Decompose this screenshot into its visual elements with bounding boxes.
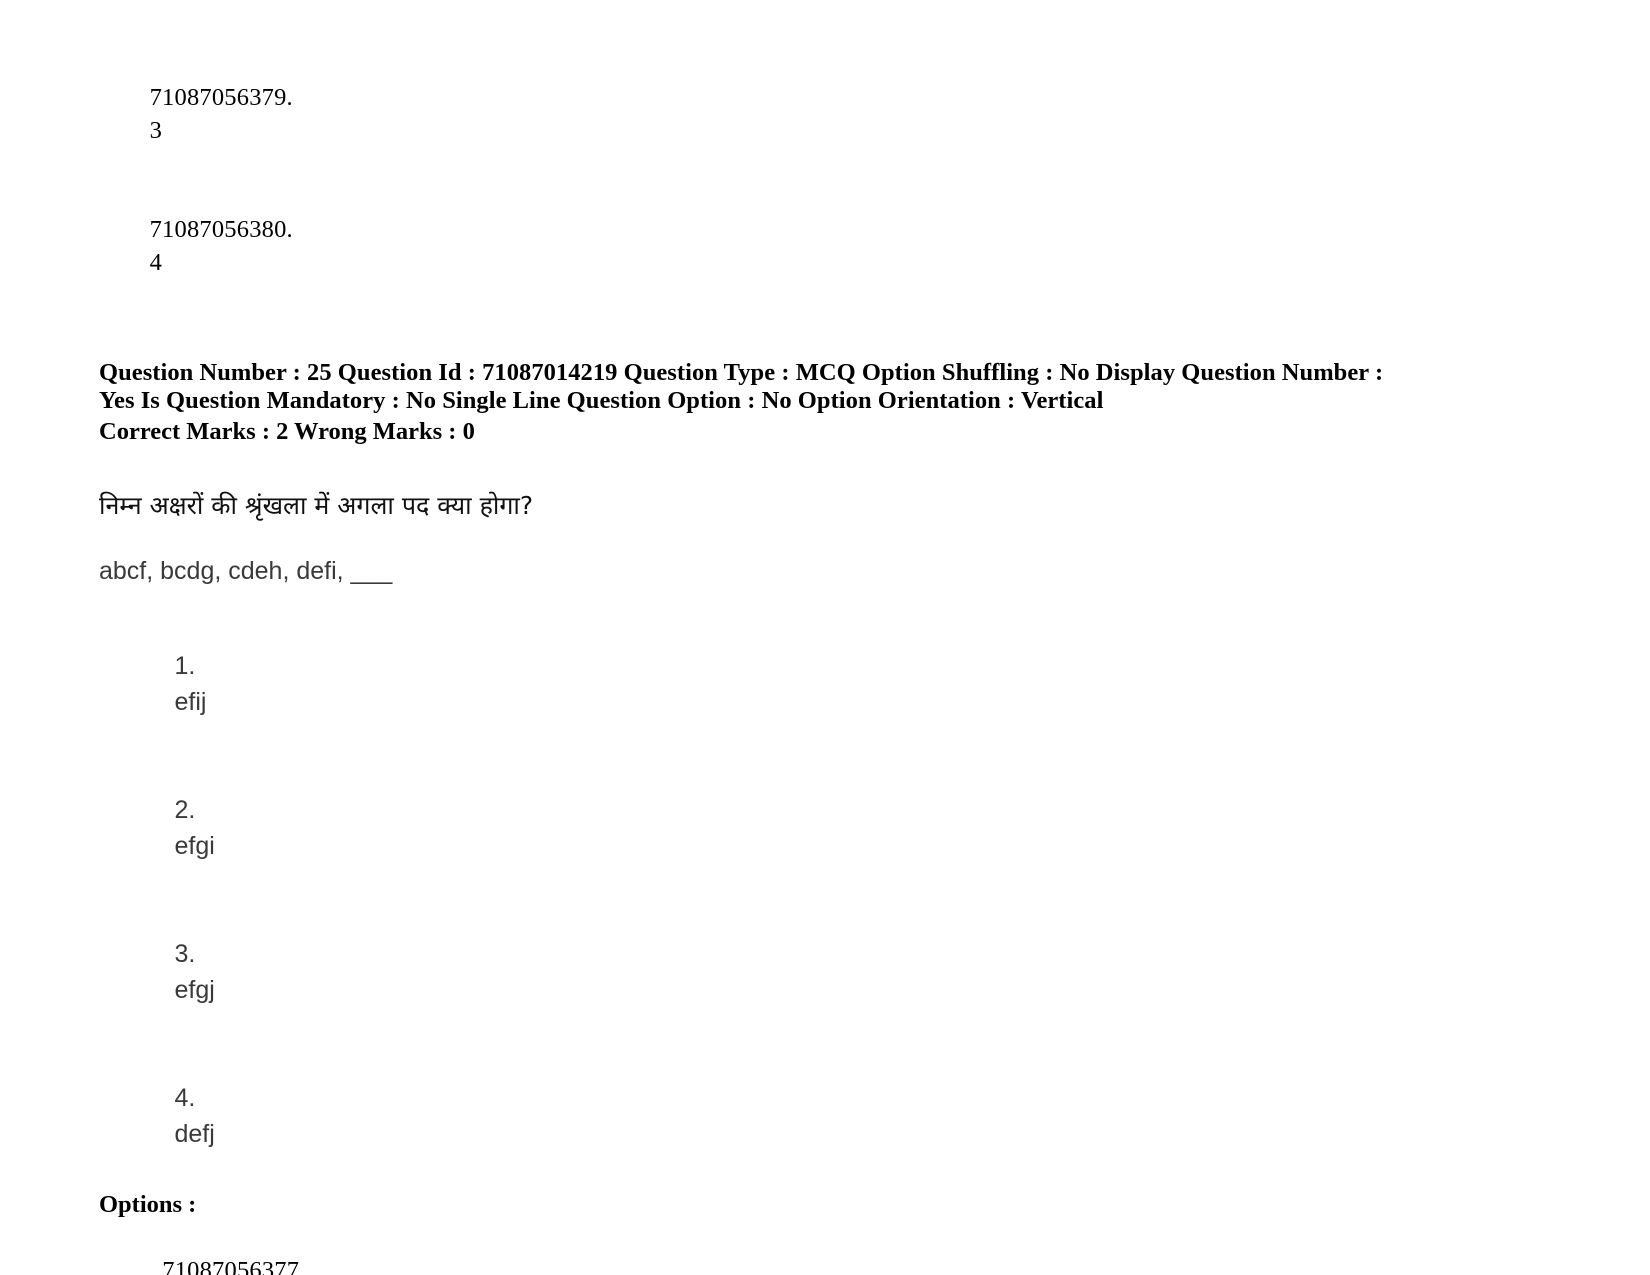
question-block-25: Question Number : 25 Question Id : 71087… bbox=[99, 359, 1439, 1275]
choice-number: 2. bbox=[174, 795, 196, 824]
question-sequence-25: abcf, bcdg, cdeh, defi, ___ bbox=[99, 556, 393, 585]
choice-item[interactable]: 1. efij bbox=[99, 612, 1439, 756]
option-id-index: 4 bbox=[149, 249, 163, 276]
choice-item[interactable]: 2. efgi bbox=[99, 756, 1439, 900]
choice-text: efgi bbox=[174, 831, 215, 860]
option-id-row: 71087056380. 4 bbox=[99, 180, 1439, 312]
choice-list-25: 1. efij 2. efgi 3. efgj 4. defj bbox=[99, 612, 1439, 1188]
choice-text: defj bbox=[174, 1119, 215, 1148]
option-id-list-25: 71087056377. 1 71087056378. 2 7108705637… bbox=[99, 1221, 1439, 1275]
choice-number: 3. bbox=[174, 939, 196, 968]
option-id-row: 71087056377. 1 bbox=[99, 1221, 1439, 1275]
question-text-25: निम्न अक्षरों की श्रृंखला में अगला पद क्… bbox=[99, 490, 534, 520]
option-id-index: 3 bbox=[149, 117, 163, 144]
marks-line-25: Correct Marks : 2 Wrong Marks : 0 bbox=[99, 418, 475, 445]
page-content: 71087056379. 3 71087056380. 4 Question N… bbox=[99, 48, 1439, 1275]
continued-option-id-list: 71087056379. 3 71087056380. 4 bbox=[99, 48, 1439, 312]
document-page: 71087056379. 3 71087056380. 4 Question N… bbox=[0, 0, 1650, 1275]
choice-item[interactable]: 3. efgj bbox=[99, 900, 1439, 1044]
question-metadata-25: Question Number : 25 Question Id : 71087… bbox=[99, 359, 1384, 414]
choice-number: 1. bbox=[174, 651, 196, 680]
choice-number: 4. bbox=[174, 1083, 196, 1112]
option-id-value: 71087056379. bbox=[149, 84, 293, 111]
choice-text: efij bbox=[174, 687, 207, 716]
choice-text: efgj bbox=[174, 975, 215, 1004]
options-label-25: Options : bbox=[99, 1190, 197, 1218]
choice-item[interactable]: 4. defj bbox=[99, 1044, 1439, 1188]
option-id-row: 71087056379. 3 bbox=[99, 48, 1439, 180]
option-id-value: 71087056380. bbox=[149, 216, 293, 243]
option-id-value: 71087056377. bbox=[162, 1256, 306, 1275]
